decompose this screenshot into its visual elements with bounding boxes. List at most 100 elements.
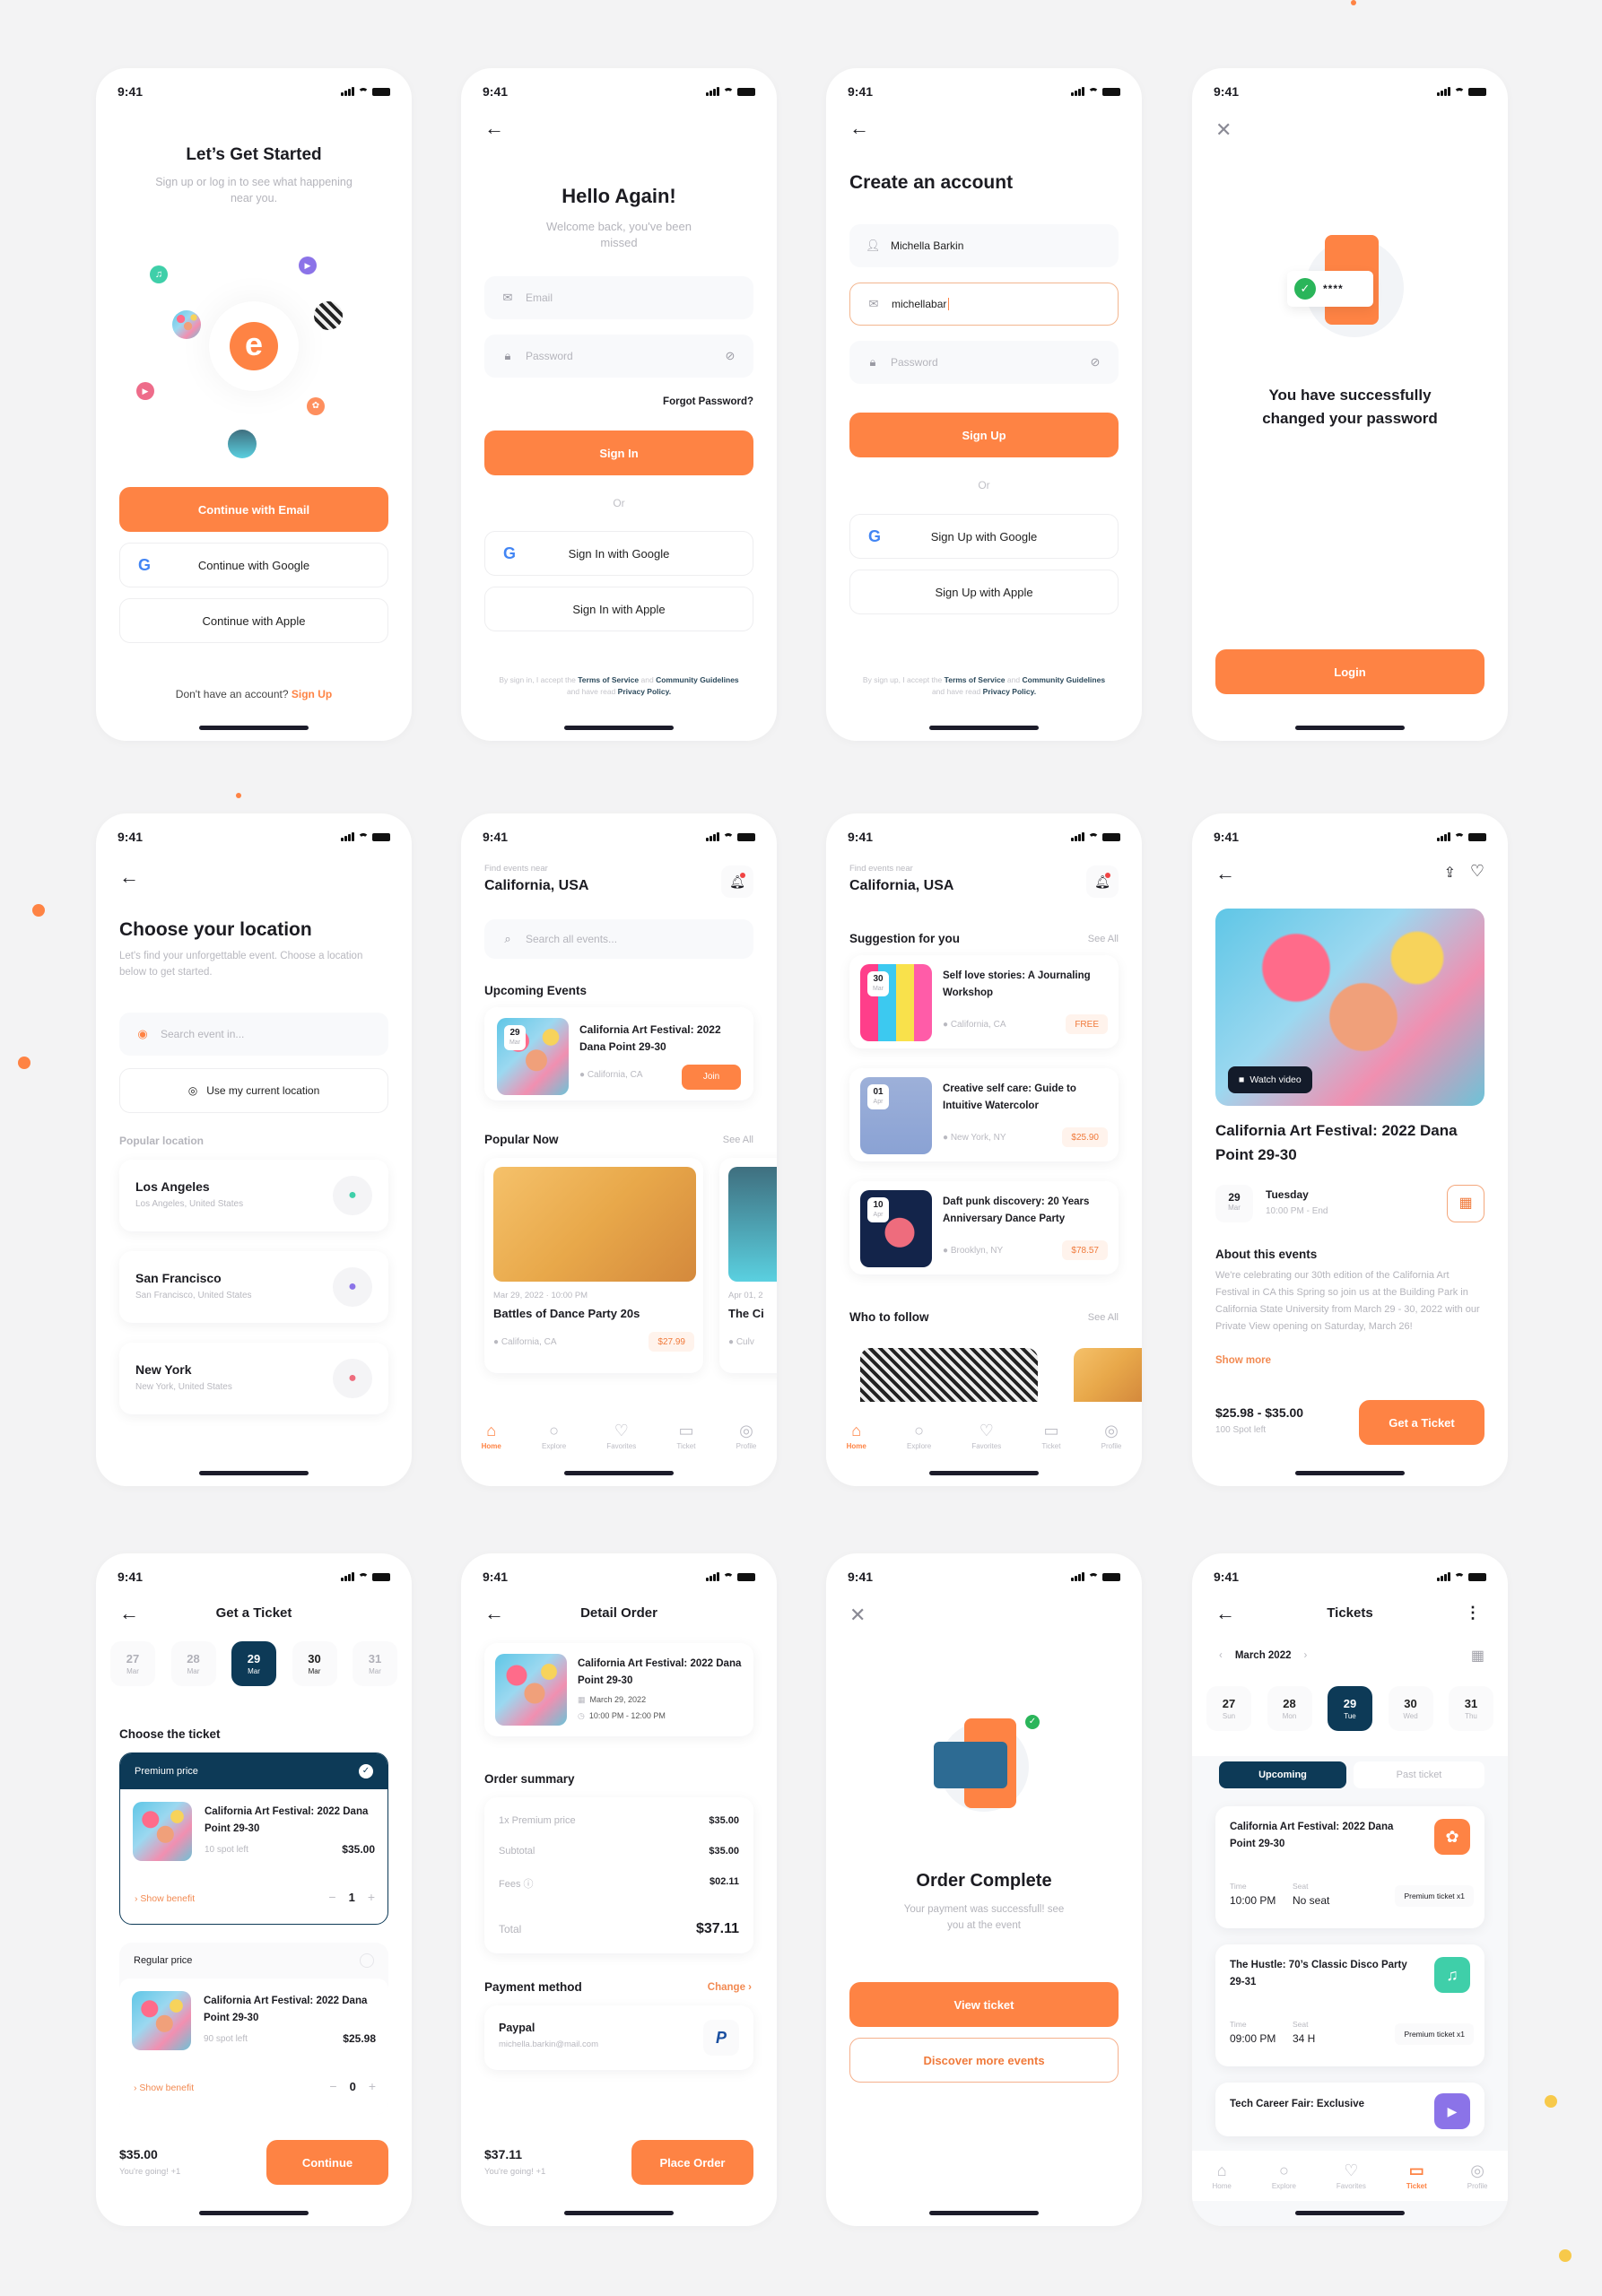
- suggestion-card[interactable]: 01 Apr Creative self care: Guide to Intui…: [849, 1068, 1119, 1161]
- date-option[interactable]: 27 Sun: [1206, 1686, 1251, 1731]
- continue-button[interactable]: Continue: [266, 2140, 388, 2185]
- forgot-password-link[interactable]: Forgot Password?: [663, 396, 753, 407]
- terms-link[interactable]: Terms of Service: [945, 675, 1006, 684]
- join-button[interactable]: Join: [682, 1065, 741, 1090]
- location-item[interactable]: Los Angeles Los Angeles, United States ●: [119, 1160, 388, 1231]
- privacy-link[interactable]: Privacy Policy.: [983, 687, 1036, 696]
- suggestion-card[interactable]: 30 Mar Self love stories: A Journaling Wo…: [849, 955, 1119, 1048]
- close-icon[interactable]: ✕: [849, 1604, 866, 1627]
- see-all-link[interactable]: See All: [1088, 1312, 1119, 1323]
- get-ticket-button[interactable]: Get a Ticket: [1359, 1400, 1484, 1445]
- email-field[interactable]: ✉ Email: [484, 276, 753, 319]
- notification-bell-icon[interactable]: 🔔︎: [1086, 865, 1119, 898]
- nav-ticket[interactable]: ▭ Ticket: [676, 1422, 695, 1450]
- continue-email-button[interactable]: Continue with Email: [119, 487, 388, 532]
- nav-profile[interactable]: ◎ Profile: [1467, 2161, 1488, 2190]
- watch-video-button[interactable]: ■ Watch video: [1228, 1066, 1312, 1093]
- nav-home[interactable]: ⌂ Home: [847, 1422, 866, 1450]
- change-payment-link[interactable]: Change ›: [708, 1982, 752, 1993]
- date-option-selected[interactable]: 29 Tue: [1328, 1686, 1372, 1731]
- nav-profile[interactable]: ◎ Profile: [736, 1422, 757, 1450]
- guidelines-link[interactable]: Community Guidelines: [1022, 675, 1105, 684]
- payment-method-card[interactable]: Paypal michella.barkin@mail.com P: [484, 2005, 753, 2070]
- back-arrow-icon[interactable]: ←: [119, 867, 139, 887]
- calendar-icon[interactable]: ▦: [1471, 1647, 1484, 1665]
- follow-card-image[interactable]: [1074, 1348, 1142, 1402]
- ticket-option-regular[interactable]: Regular price California Art Festival: 2…: [119, 1943, 388, 2115]
- continue-google-button[interactable]: G Continue with Google: [119, 543, 388, 587]
- location-item[interactable]: New York New York, United States ●: [119, 1343, 388, 1414]
- heart-icon[interactable]: ♡: [1470, 862, 1484, 881]
- nav-home[interactable]: ⌂ Home: [1212, 2161, 1231, 2190]
- nav-explore[interactable]: ○ Explore: [1272, 2161, 1296, 2190]
- chevron-right-icon[interactable]: ›: [1304, 1650, 1308, 1661]
- add-to-calendar-icon[interactable]: ▦: [1447, 1185, 1484, 1222]
- sign-up-apple-button[interactable]: Sign Up with Apple: [849, 570, 1119, 614]
- privacy-link[interactable]: Privacy Policy.: [618, 687, 671, 696]
- view-ticket-button[interactable]: View ticket: [849, 1982, 1119, 2027]
- use-current-location-button[interactable]: ◎ Use my current location: [119, 1068, 388, 1113]
- tab-upcoming[interactable]: Upcoming: [1219, 1761, 1346, 1788]
- show-benefit-link[interactable]: › Show benefit: [135, 1893, 195, 1904]
- radio-button[interactable]: [360, 1953, 374, 1968]
- place-order-button[interactable]: Place Order: [631, 2140, 753, 2185]
- more-options-icon[interactable]: ⋮: [1465, 1604, 1481, 1622]
- sign-up-button[interactable]: Sign Up: [849, 413, 1119, 457]
- eye-off-icon[interactable]: ⊘: [723, 349, 737, 363]
- date-option[interactable]: 31 Thu: [1449, 1686, 1493, 1731]
- date-option[interactable]: 27 Mar: [110, 1641, 155, 1686]
- notification-bell-icon[interactable]: 🔔︎: [721, 865, 753, 898]
- location-item[interactable]: San Francisco San Francisco, United Stat…: [119, 1251, 388, 1323]
- ticket-card[interactable]: Tech Career Fair: Exclusive ▶: [1215, 2083, 1484, 2136]
- show-benefit-link[interactable]: › Show benefit: [134, 2083, 194, 2093]
- nav-favorites[interactable]: ♡ Favorites: [606, 1422, 636, 1450]
- plus-button[interactable]: +: [369, 2079, 376, 2093]
- tab-past-ticket[interactable]: Past ticket: [1354, 1761, 1484, 1788]
- see-all-link[interactable]: See All: [1088, 934, 1119, 944]
- upcoming-event-card[interactable]: 29 Mar California Art Festival: 2022 Dana…: [484, 1007, 753, 1100]
- current-location[interactable]: California, USA: [484, 878, 588, 894]
- nav-profile[interactable]: ◎ Profile: [1101, 1422, 1122, 1450]
- see-all-link[interactable]: See All: [723, 1135, 753, 1145]
- continue-apple-button[interactable]: Continue with Apple: [119, 598, 388, 643]
- share-icon[interactable]: ⇪: [1444, 864, 1456, 882]
- back-arrow-icon[interactable]: ←: [849, 118, 869, 138]
- back-arrow-icon[interactable]: ←: [484, 118, 504, 138]
- email-field[interactable]: ✉ michellabar: [849, 283, 1119, 326]
- nav-explore[interactable]: ○ Explore: [542, 1422, 566, 1450]
- sign-in-button[interactable]: Sign In: [484, 430, 753, 475]
- sign-in-apple-button[interactable]: Sign In with Apple: [484, 587, 753, 631]
- nav-home[interactable]: ⌂ Home: [482, 1422, 501, 1450]
- date-option[interactable]: 31 Mar: [353, 1641, 397, 1686]
- ticket-card[interactable]: California Art Festival: 2022 Dana Point…: [1215, 1806, 1484, 1928]
- nav-ticket[interactable]: ▭ Ticket: [1041, 1422, 1060, 1450]
- plus-button[interactable]: +: [368, 1890, 375, 1904]
- nav-explore[interactable]: ○ Explore: [907, 1422, 931, 1450]
- info-icon[interactable]: ⓘ: [524, 1879, 534, 1890]
- password-field[interactable]: 🔒︎ Password ⊘: [484, 335, 753, 378]
- date-option-selected[interactable]: 29 Mar: [231, 1641, 276, 1686]
- signup-link[interactable]: Sign Up: [292, 688, 332, 700]
- date-option[interactable]: 28 Mon: [1267, 1686, 1312, 1731]
- guidelines-link[interactable]: Community Guidelines: [656, 675, 739, 684]
- location-search-input[interactable]: ◉ Search event in...: [119, 1013, 388, 1056]
- login-button[interactable]: Login: [1215, 649, 1484, 694]
- follow-card-image[interactable]: [860, 1348, 1038, 1402]
- close-icon[interactable]: ✕: [1215, 118, 1232, 142]
- terms-link[interactable]: Terms of Service: [578, 675, 639, 684]
- ticket-option-premium[interactable]: Premium price ✓ California Art Festival: …: [119, 1752, 388, 1925]
- popular-event-card[interactable]: Apr 01, 2 The Ci ● Culv: [719, 1158, 777, 1373]
- ticket-card[interactable]: The Hustle: 70’s Classic Disco Party 29-…: [1215, 1944, 1484, 2066]
- discover-events-button[interactable]: Discover more events: [849, 2038, 1119, 2083]
- nav-favorites[interactable]: ♡ Favorites: [1336, 2161, 1366, 2190]
- chevron-left-icon[interactable]: ‹: [1219, 1650, 1223, 1661]
- nav-ticket[interactable]: ▭ Ticket: [1406, 2161, 1427, 2190]
- back-arrow-icon[interactable]: ←: [1215, 864, 1235, 883]
- minus-button[interactable]: −: [329, 2079, 336, 2093]
- popular-event-card[interactable]: Mar 29, 2022 · 10:00 PM Battles of Dance…: [484, 1158, 703, 1373]
- name-field[interactable]: 👤︎ Michella Barkin: [849, 224, 1119, 267]
- suggestion-card[interactable]: 10 Apr Daft punk discovery: 20 Years Anni…: [849, 1181, 1119, 1274]
- password-field[interactable]: 🔒︎ Password ⊘: [849, 341, 1119, 384]
- date-option[interactable]: 28 Mar: [170, 1641, 216, 1686]
- current-location[interactable]: California, USA: [849, 878, 953, 894]
